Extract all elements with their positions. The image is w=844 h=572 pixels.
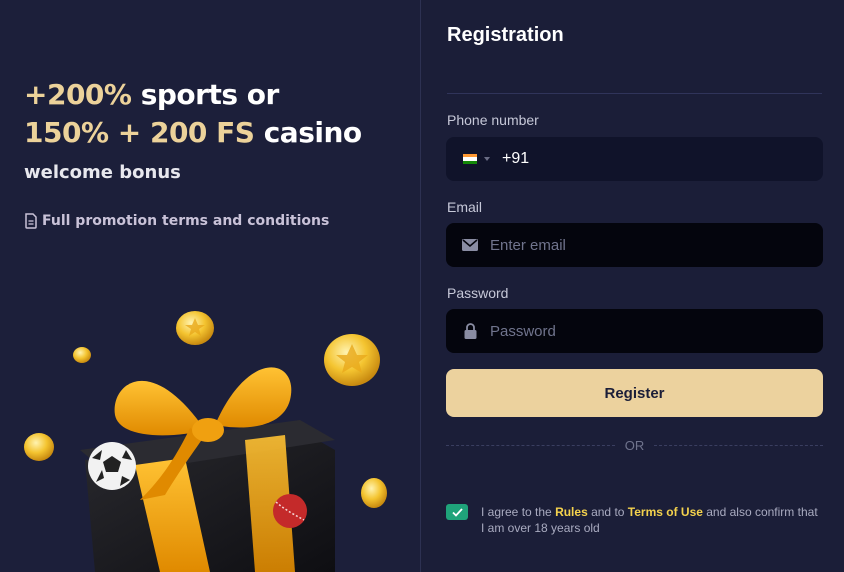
password-input[interactable] [490,322,790,340]
or-separator: OR [446,437,823,453]
agreement-text: I agree to the Rules and to Terms of Use… [481,505,821,535]
india-flag-icon[interactable] [463,154,477,164]
promo-terms-link[interactable]: Full promotion terms and conditions [24,213,329,229]
promo-casino-percent: 150% + 200 FS [24,116,255,149]
phone-label: Phone number [447,112,539,128]
email-input[interactable] [490,236,790,254]
or-label: OR [624,437,645,453]
gift-illustration [24,311,387,572]
coin-icon [361,478,387,508]
cricket-ball-icon [273,494,307,528]
envelope-icon [462,237,478,253]
promo-terms-label: Full promotion terms and conditions [42,213,330,229]
checkmark-icon [451,507,463,517]
coin-icon [176,311,214,345]
lock-icon [462,323,478,339]
promo-casino-text: casino [254,116,362,149]
promo-panel: +200% sports or 150% + 200 FS casino wel… [0,0,421,572]
document-icon [25,213,37,229]
promo-subtitle: welcome bonus [24,162,181,183]
password-field-wrapper[interactable] [446,309,823,353]
registration-panel: Registration Phone number +91 Email Pass… [421,0,844,572]
phone-country-code[interactable]: +91 [502,150,529,168]
registration-title: Registration [447,24,564,46]
agreement-checkbox[interactable] [446,504,468,520]
email-field-wrapper[interactable] [446,223,823,267]
phone-field[interactable]: +91 [446,137,823,181]
email-label: Email [447,199,483,215]
promo-headline: +200% sports or 150% + 200 FS casino wel… [24,76,362,183]
coin-icon [24,433,54,461]
promo-sports-percent: +200% [24,78,132,111]
agreement-row: I agree to the Rules and to Terms of Use… [446,504,821,536]
title-divider [447,93,822,94]
promo-sports-text: sports or [131,78,280,111]
password-label: Password [447,285,509,301]
coin-icon [73,347,91,363]
coin-icon [324,334,380,386]
terms-of-use-link[interactable]: Terms of Use [628,505,703,519]
register-button[interactable]: Register [446,369,823,417]
rules-link[interactable]: Rules [555,505,588,519]
chevron-down-icon[interactable] [484,157,490,161]
soccer-ball-icon [88,442,136,490]
